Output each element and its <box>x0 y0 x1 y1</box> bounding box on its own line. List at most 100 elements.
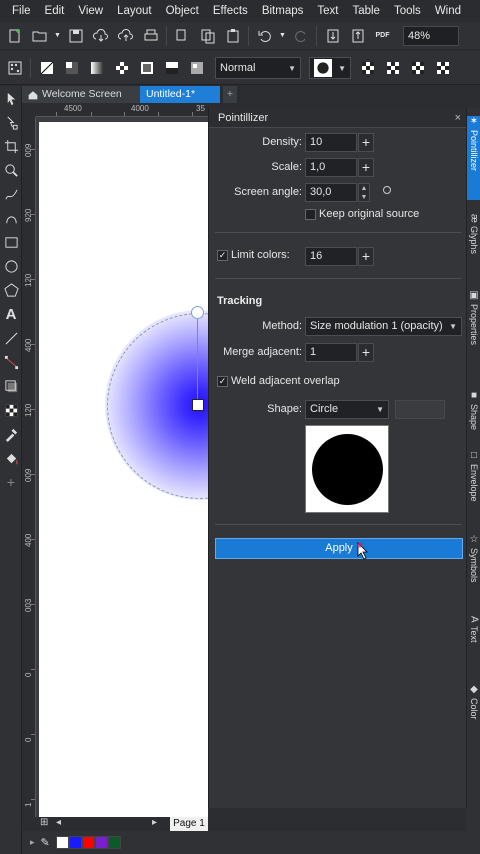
undo-icon[interactable] <box>254 25 276 47</box>
limit-colors-increase-button[interactable]: + <box>358 247 374 266</box>
tab-untitled-1[interactable]: Untitled-1* <box>140 86 220 103</box>
color-swatch[interactable] <box>68 836 82 849</box>
rectangle-tool-icon[interactable] <box>0 230 22 254</box>
weld-adjacent-checkbox[interactable]: ✓ <box>217 376 228 387</box>
side-tab-color[interactable]: ◆ Color <box>467 684 480 744</box>
method-select[interactable]: Size modulation 1 (opacity) ▼ <box>305 317 462 336</box>
polygon-tool-icon[interactable] <box>0 278 22 302</box>
ellipse-tool-icon[interactable] <box>0 254 22 278</box>
angle-dial-icon[interactable] <box>382 185 392 195</box>
density-input[interactable]: 10 <box>305 133 357 152</box>
zoom-level-input[interactable]: 48% <box>403 25 459 46</box>
redo-icon[interactable] <box>290 25 312 47</box>
open-folder-icon[interactable] <box>29 25 51 47</box>
transparency-uniform-icon[interactable] <box>61 57 83 79</box>
document-page[interactable] <box>39 122 208 817</box>
cut-icon[interactable] <box>172 25 194 47</box>
menu-item-view[interactable]: View <box>71 0 110 22</box>
drawing-canvas[interactable] <box>36 117 208 817</box>
side-tabs-scroll[interactable] <box>466 808 480 831</box>
transparency-linear-icon[interactable] <box>86 57 108 79</box>
menu-item-text[interactable]: Text <box>310 0 345 22</box>
side-tab-pointillizer[interactable]: ✶ Pointillizer <box>467 116 480 200</box>
checker-option-4-icon[interactable] <box>432 57 454 79</box>
copy-icon[interactable] <box>197 25 219 47</box>
fill-tool-icon[interactable] <box>0 446 22 470</box>
curve-tool-icon[interactable] <box>0 206 22 230</box>
palette-scroll-left-icon[interactable]: ▸ <box>30 837 35 848</box>
transparency-pattern-icon[interactable] <box>111 57 133 79</box>
checker-option-2-icon[interactable] <box>382 57 404 79</box>
cloud-upload-icon[interactable] <box>115 25 137 47</box>
chevron-down-icon[interactable]: ▼ <box>54 25 62 47</box>
limit-colors-input[interactable]: 16 <box>305 247 357 266</box>
keep-original-checkbox[interactable] <box>305 209 316 220</box>
menu-item-file[interactable]: File <box>5 0 38 22</box>
side-tab-envelope[interactable]: □ Envelope <box>467 450 480 524</box>
checker-option-1-icon[interactable] <box>357 57 379 79</box>
color-swatch[interactable] <box>55 836 69 849</box>
cloud-download-icon[interactable] <box>90 25 112 47</box>
density-increase-button[interactable]: + <box>358 133 374 152</box>
tab-welcome-screen[interactable]: Welcome Screen <box>22 86 140 103</box>
new-document-icon[interactable] <box>4 25 26 47</box>
menu-item-wind[interactable]: Wind <box>428 0 468 22</box>
parallel-dimension-icon[interactable] <box>0 326 22 350</box>
add-tool-icon[interactable]: + <box>0 470 22 494</box>
menu-item-effects[interactable]: Effects <box>206 0 255 22</box>
menu-item-layout[interactable]: Layout <box>110 0 159 22</box>
screen-angle-input[interactable]: 30,0 <box>305 183 357 202</box>
export-icon[interactable] <box>347 25 369 47</box>
side-tab-text[interactable]: A Text <box>467 616 480 666</box>
paste-icon[interactable] <box>222 25 244 47</box>
menu-item-tools[interactable]: Tools <box>387 0 428 22</box>
pick-tool-icon[interactable] <box>0 86 22 110</box>
chevron-down-icon[interactable]: ▼ <box>279 25 287 47</box>
transparency-twocolor-icon[interactable] <box>161 57 183 79</box>
close-icon[interactable]: × <box>455 108 461 128</box>
side-tab-shape[interactable]: ■ Shape <box>467 390 480 440</box>
side-tab-properties[interactable]: ▣ Properties <box>467 290 480 380</box>
prev-page-icon[interactable]: ◂ <box>56 817 61 828</box>
save-icon[interactable] <box>65 25 87 47</box>
eyedropper-icon[interactable]: ✎ <box>41 836 50 849</box>
transparency-end-handle[interactable] <box>191 306 204 319</box>
menu-item-bitmaps[interactable]: Bitmaps <box>255 0 311 22</box>
zoom-tool-icon[interactable] <box>0 158 22 182</box>
side-tab-glyphs[interactable]: æ Glyphs <box>467 214 480 284</box>
menu-item-object[interactable]: Object <box>159 0 206 22</box>
shape-tool-icon[interactable] <box>0 110 22 134</box>
shape-select[interactable]: Circle ▼ <box>305 400 389 419</box>
eyedropper-tool-icon[interactable] <box>0 422 22 446</box>
first-page-icon[interactable]: ⊞ <box>40 817 48 828</box>
pointillizer-mode-icon[interactable] <box>4 57 26 79</box>
scale-increase-button[interactable]: + <box>358 158 374 177</box>
color-swatch[interactable] <box>94 836 108 849</box>
color-swatch[interactable] <box>81 836 95 849</box>
apply-button[interactable]: Apply <box>215 538 463 559</box>
checker-option-3-icon[interactable] <box>407 57 429 79</box>
new-tab-button[interactable]: + <box>223 86 237 103</box>
text-tool-icon[interactable]: A <box>0 302 22 326</box>
transparency-start-handle[interactable] <box>192 399 204 411</box>
transparency-texture-icon[interactable] <box>186 57 208 79</box>
blend-mode-select[interactable]: Normal ▼ <box>215 56 301 79</box>
pdf-icon[interactable]: PDF <box>372 25 394 47</box>
transparency-bitmap-icon[interactable] <box>136 57 158 79</box>
print-icon[interactable] <box>140 25 162 47</box>
side-tab-symbols[interactable]: ☆ Symbols <box>467 534 480 598</box>
transparency-picker[interactable]: ▼ <box>309 56 351 79</box>
transparency-tool-icon[interactable] <box>0 398 22 422</box>
menu-item-edit[interactable]: Edit <box>38 0 72 22</box>
menu-item-table[interactable]: Table <box>345 0 387 22</box>
next-page-icon[interactable]: ▸ <box>152 817 157 828</box>
merge-adjacent-increase-button[interactable]: + <box>358 343 374 362</box>
merge-adjacent-input[interactable]: 1 <box>305 343 357 362</box>
connector-tool-icon[interactable] <box>0 350 22 374</box>
shape-edit-button[interactable] <box>395 400 445 419</box>
color-swatch[interactable] <box>107 836 121 849</box>
screen-angle-stepper[interactable]: ▲ ▼ <box>358 183 370 202</box>
page-tab[interactable]: Page 1 <box>170 817 208 831</box>
import-icon[interactable] <box>322 25 344 47</box>
crop-tool-icon[interactable] <box>0 134 22 158</box>
